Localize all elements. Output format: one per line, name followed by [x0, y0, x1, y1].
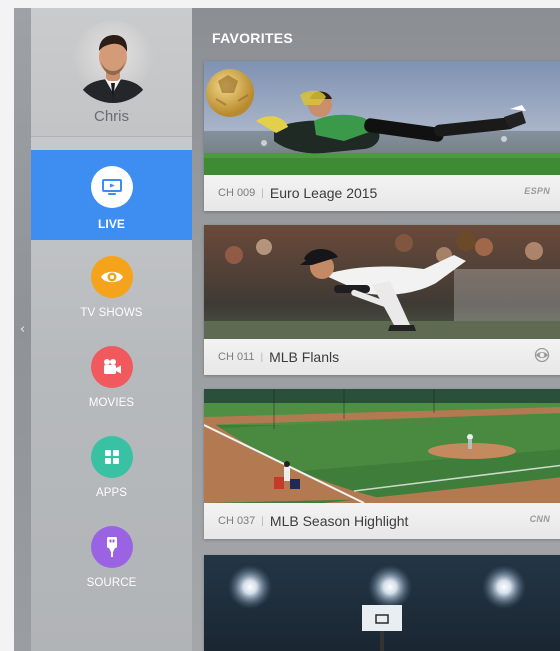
eye-icon — [90, 256, 133, 298]
apps-grid-icon — [90, 436, 133, 478]
card-caption: CH 037 | MLB Season Highlight CNN — [204, 503, 560, 539]
caption-separator: | — [261, 187, 264, 199]
channel-number: CH 011 — [218, 351, 255, 363]
nav-label-apps: APPS — [95, 487, 128, 499]
sidebar: Chris LIVE TV SHOWS MOVIES APPS SOURCE — [31, 8, 192, 651]
card-caption: CH 009 | Euro Leage 2015 ESPN — [204, 175, 560, 211]
nav-item-tv-shows[interactable]: TV SHOWS — [31, 240, 192, 330]
channel-card[interactable]: CH 037 | MLB Season Highlight CNN — [204, 389, 560, 539]
nav-label-source: SOURCE — [86, 577, 137, 589]
channel-card[interactable]: CH 011 | MLB Flanls — [204, 225, 560, 375]
card-caption: CH 011 | MLB Flanls — [204, 339, 560, 375]
basketball-arena-thumbnail — [204, 555, 560, 651]
channel-card[interactable]: CH 009 | Euro Leage 2015 ESPN — [204, 61, 560, 211]
profile-panel[interactable]: Chris — [31, 8, 192, 137]
caption-separator: | — [260, 351, 264, 363]
nav-item-apps[interactable]: APPS — [31, 420, 192, 510]
cbs-eye-icon — [534, 347, 550, 364]
movie-camera-icon — [90, 346, 133, 388]
nav-label-live: LIVE — [97, 217, 126, 231]
app-frame: ‹ Chris LIVE TV SHOWS MOVIES APPS SOURCE… — [14, 8, 560, 651]
tv-icon — [90, 166, 133, 208]
source-plug-icon — [90, 526, 133, 568]
nav-label-movies: MOVIES — [88, 397, 135, 409]
program-title: Euro Leage 2015 — [269, 185, 378, 201]
soccer-thumbnail — [204, 61, 560, 175]
chevron-left-icon[interactable]: ‹ — [20, 322, 25, 337]
baseball-pitcher-thumbnail — [204, 225, 560, 339]
channel-number: CH 037 — [218, 515, 256, 527]
nav-item-live[interactable]: LIVE — [31, 150, 192, 240]
nav-item-movies[interactable]: MOVIES — [31, 330, 192, 420]
program-title: MLB Season Highlight — [269, 513, 409, 529]
profile-name: Chris — [93, 108, 129, 125]
nav-label-tv-shows: TV SHOWS — [80, 307, 143, 319]
section-title: FAVORITES — [212, 30, 294, 46]
channel-number: CH 009 — [218, 187, 256, 199]
collapse-strip[interactable]: ‹ — [14, 8, 31, 651]
network-logo: ESPN — [524, 186, 550, 196]
baseball-field-thumbnail — [204, 389, 560, 503]
network-logo: CNN — [529, 514, 550, 524]
caption-separator: | — [261, 515, 264, 527]
content-area: FAVORITES CH 009 | Euro Leage 2015 ESPN … — [192, 8, 560, 651]
nav-item-source[interactable]: SOURCE — [31, 510, 192, 600]
avatar[interactable] — [72, 21, 154, 103]
channel-card[interactable] — [204, 555, 560, 651]
program-title: MLB Flanls — [269, 349, 340, 365]
